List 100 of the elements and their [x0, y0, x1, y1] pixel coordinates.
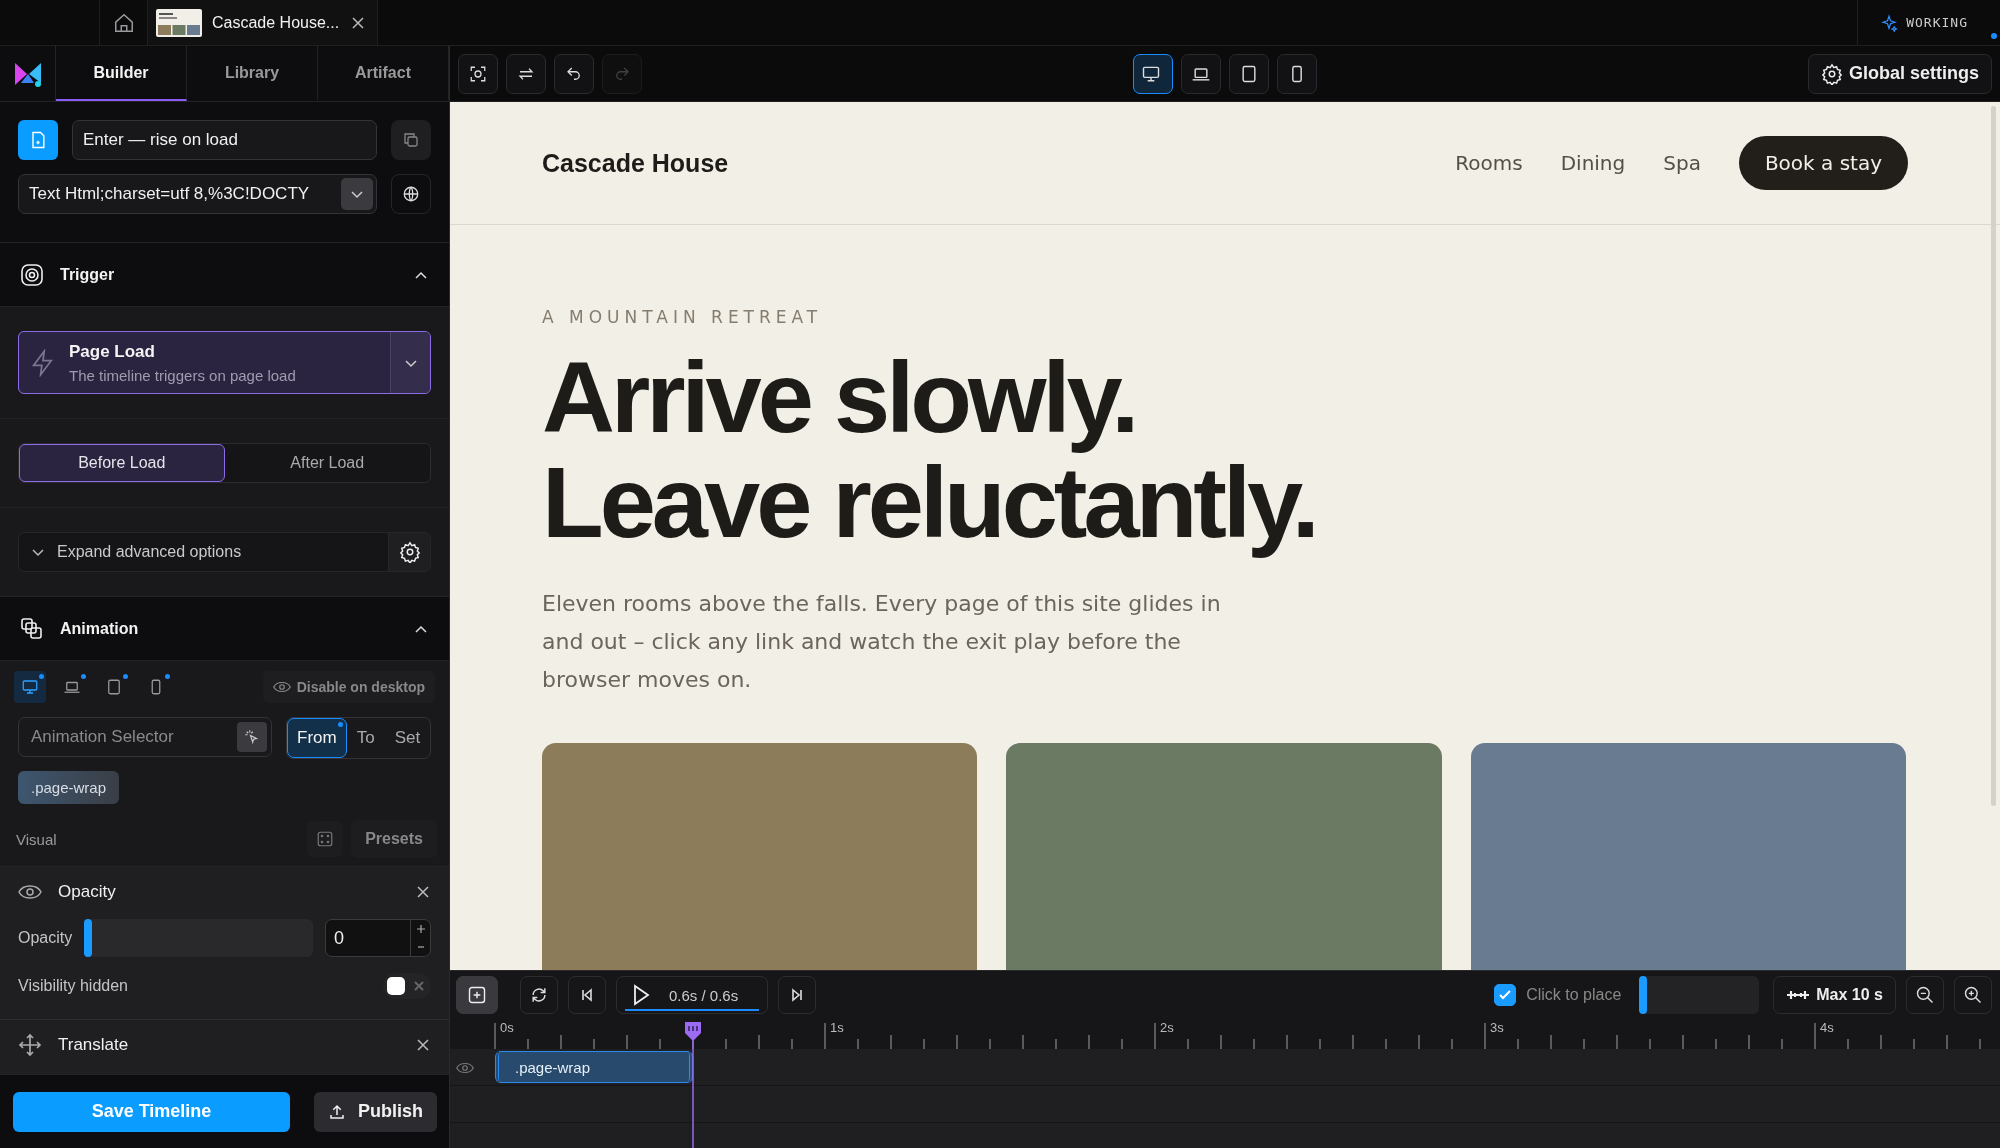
- desktop-view-button[interactable]: [1133, 53, 1173, 94]
- sparkle-icon: [1880, 13, 1899, 32]
- new-page-button[interactable]: [18, 120, 58, 160]
- property-name: Opacity: [58, 882, 117, 902]
- ruler-label: 1s: [830, 1020, 844, 1035]
- checkbox[interactable]: [1494, 984, 1517, 1006]
- swap-button[interactable]: [506, 53, 546, 94]
- play-icon: [631, 983, 651, 1007]
- load-mode-option[interactable]: Before Load: [19, 444, 225, 482]
- animation-header[interactable]: Animation: [0, 597, 449, 661]
- upload-icon: [328, 1102, 346, 1121]
- skip-start-button[interactable]: [568, 976, 606, 1014]
- global-settings-button[interactable]: Global settings: [1807, 53, 1992, 94]
- eyebrow-text: A MOUNTAIN RETREAT: [542, 307, 824, 327]
- panel-tab[interactable]: Library: [187, 46, 318, 101]
- plus-square-icon: [467, 985, 487, 1005]
- hero-paragraph: Eleven rooms above the falls. Every page of this site glides in and out – click any link and watch the exit play before the browser moves on.: [542, 590, 1222, 694]
- focus-button[interactable]: [458, 53, 498, 94]
- trigger-description: The timeline triggers on page load: [69, 366, 297, 384]
- load-mode-option[interactable]: After Load: [224, 444, 430, 482]
- plus-icon[interactable]: [415, 924, 426, 934]
- opacity-input[interactable]: 0: [325, 919, 431, 957]
- eye-icon: [18, 883, 42, 901]
- direction-option[interactable]: To: [346, 718, 385, 758]
- tablet-icon: [105, 678, 123, 696]
- timeline-clip[interactable]: .page-wrap: [495, 1051, 694, 1083]
- zoom-out-icon: [1915, 985, 1935, 1005]
- close-icon[interactable]: [415, 1037, 431, 1053]
- eye-icon[interactable]: [456, 1061, 474, 1075]
- randomize-button[interactable]: [307, 821, 344, 857]
- trigger-header[interactable]: Trigger: [0, 243, 449, 307]
- trigger-select[interactable]: Page Load The timeline triggers on page load: [18, 331, 431, 394]
- close-icon: [413, 980, 425, 992]
- checkmark-icon: [1498, 988, 1513, 1002]
- move-icon: [18, 1033, 42, 1057]
- animation-selector-field[interactable]: Animation Selector: [18, 717, 272, 757]
- tablet-icon: [1239, 63, 1259, 84]
- element-picker-button[interactable]: [237, 722, 267, 752]
- globe-icon: [402, 185, 420, 203]
- visibility-switch[interactable]: [383, 973, 431, 999]
- book-button[interactable]: Book a stay: [1738, 136, 1908, 190]
- ruler-label: 0s: [500, 1020, 514, 1035]
- publish-button[interactable]: Publish: [314, 1091, 437, 1132]
- undo-button[interactable]: [554, 53, 594, 94]
- zoom-out-button[interactable]: [1906, 976, 1944, 1014]
- disable-device-button[interactable]: Disable on desktop: [262, 671, 435, 703]
- loop-button[interactable]: [520, 976, 558, 1014]
- cursor-click-icon: [243, 728, 261, 746]
- playhead[interactable]: [683, 1021, 704, 1148]
- animation-selector-input[interactable]: Animation Selector: [29, 726, 237, 748]
- site-brand[interactable]: Cascade House: [542, 148, 729, 178]
- home-icon: [112, 11, 135, 34]
- timeline-name-field[interactable]: Enter — rise on load: [72, 120, 377, 160]
- slider-label: Opacity: [18, 929, 73, 947]
- expand-width-icon: [1786, 988, 1811, 1002]
- panel-tab[interactable]: Artifact: [318, 46, 449, 101]
- app-logo: [12, 60, 43, 87]
- target-icon: [20, 262, 44, 287]
- source-select[interactable]: Text Html;charset=utf 8,%3C!DOCTY: [18, 174, 377, 214]
- max-duration-button[interactable]: Max 10 s: [1773, 976, 1896, 1014]
- layers-icon: [20, 616, 44, 641]
- zoom-in-button[interactable]: [1954, 976, 1992, 1014]
- property-name: Translate: [58, 1035, 130, 1055]
- copy-icon: [402, 131, 420, 149]
- phone-view-button[interactable]: [1277, 53, 1317, 94]
- snap-slider[interactable]: [1639, 976, 1760, 1014]
- tablet-view-button[interactable]: [1229, 53, 1269, 94]
- skip-end-icon: [789, 987, 805, 1003]
- add-track-button[interactable]: [456, 976, 498, 1014]
- ruler-label: 4s: [1820, 1020, 1834, 1035]
- globe-button[interactable]: [391, 174, 431, 214]
- nav-link[interactable]: Spa: [1663, 151, 1701, 175]
- toggle-label: Visibility hidden: [18, 977, 128, 995]
- presets-button[interactable]: Presets: [351, 820, 437, 858]
- ruler-label: 2s: [1160, 1020, 1174, 1035]
- play-button[interactable]: 0.6s / 0.6s: [616, 976, 768, 1014]
- close-icon[interactable]: [351, 15, 365, 30]
- close-icon[interactable]: [415, 884, 431, 900]
- eye-icon: [272, 680, 291, 694]
- document-tab[interactable]: Cascade House...: [148, 0, 378, 45]
- loop-icon: [529, 985, 549, 1005]
- trigger-name: Page Load: [69, 341, 156, 362]
- desktop-device-button[interactable]: [14, 671, 46, 703]
- skip-end-button[interactable]: [778, 976, 816, 1014]
- nav-link[interactable]: Rooms: [1455, 151, 1523, 175]
- settings-icon: [1820, 62, 1843, 85]
- duplicate-button[interactable]: [391, 120, 431, 160]
- slider-thumb[interactable]: [84, 919, 93, 957]
- laptop-view-button[interactable]: [1181, 53, 1221, 94]
- opacity-slider[interactable]: [84, 919, 313, 957]
- nav-link[interactable]: Dining: [1560, 151, 1626, 175]
- settings-icon: [398, 541, 421, 563]
- direction-option[interactable]: Set: [384, 718, 431, 758]
- slider-thumb[interactable]: [1639, 976, 1648, 1014]
- settings-button[interactable]: [388, 533, 430, 571]
- selector-chip[interactable]: .page-wrap: [18, 771, 120, 804]
- section-label: Visual: [16, 830, 57, 848]
- ruler-label: 3s: [1490, 1020, 1504, 1035]
- page-thumbnail-icon: [156, 8, 202, 37]
- direction-option[interactable]: From: [287, 718, 347, 758]
